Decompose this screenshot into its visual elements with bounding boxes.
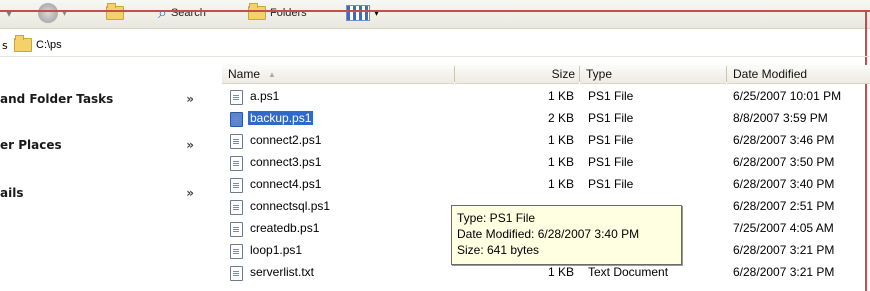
file-name: connect2.ps1 bbox=[250, 133, 322, 147]
tooltip-date-modified: Date Modified: 6/28/2007 3:40 PM bbox=[457, 227, 640, 241]
column-header-size[interactable]: Size bbox=[455, 65, 579, 84]
task-section-label: and Folder Tasks bbox=[0, 92, 114, 106]
file-name: connect3.ps1 bbox=[250, 155, 322, 169]
address-field[interactable]: C:\ps bbox=[14, 35, 62, 52]
back-button[interactable]: ▾ bbox=[6, 3, 12, 23]
file-date: 6/28/2007 3:50 PM bbox=[733, 155, 835, 169]
file-size: 2 KB bbox=[547, 111, 574, 125]
file-type: PS1 File bbox=[588, 177, 634, 191]
file-icon bbox=[230, 156, 243, 171]
file-icon bbox=[230, 112, 243, 127]
file-date: 6/28/2007 3:21 PM bbox=[733, 243, 835, 257]
file-type: Text Document bbox=[588, 265, 669, 279]
file-row-connect2[interactable]: connect2.ps1 1 KB PS1 File 6/28/2007 3:4… bbox=[222, 131, 870, 151]
expand-chevron-icon[interactable]: » bbox=[186, 92, 194, 106]
file-name: a.ps1 bbox=[250, 89, 280, 103]
file-row-a[interactable]: a.ps1 1 KB PS1 File 6/25/2007 10:01 PM bbox=[222, 87, 870, 107]
file-type: PS1 File bbox=[588, 111, 634, 125]
file-type: PS1 File bbox=[588, 155, 634, 169]
file-date: 6/28/2007 3:21 PM bbox=[733, 265, 835, 279]
toolbar: ▾ ▾ ⌕ Search Folders ▾ bbox=[0, 0, 870, 29]
file-date: 7/25/2007 4:05 AM bbox=[733, 221, 834, 235]
file-size: 1 KB bbox=[547, 265, 574, 279]
column-header-date[interactable]: Date Modified bbox=[727, 65, 870, 84]
folders-button[interactable]: Folders bbox=[248, 3, 307, 23]
file-name-selected: backup.ps1 bbox=[248, 111, 314, 125]
file-info-tooltip: Type: PS1 File Date Modified: 6/28/2007 … bbox=[451, 205, 682, 265]
tooltip-type: Type: PS1 File bbox=[457, 211, 536, 225]
tooltip-size: Size: 641 bytes bbox=[457, 243, 540, 257]
column-header-type[interactable]: Type bbox=[580, 65, 726, 84]
file-type: PS1 File bbox=[588, 89, 634, 103]
address-bar[interactable]: s C:\ps bbox=[0, 34, 870, 57]
task-section-label: er Places bbox=[0, 138, 62, 152]
column-header-size-label: Size bbox=[551, 67, 575, 81]
up-folder-icon bbox=[106, 3, 124, 20]
search-button[interactable]: ⌕ Search bbox=[158, 3, 206, 23]
file-icon bbox=[230, 90, 243, 105]
folders-label: Folders bbox=[270, 7, 307, 19]
task-pane: and Folder Tasks » er Places » ails » bbox=[0, 60, 220, 291]
file-name: loop1.ps1 bbox=[250, 243, 303, 257]
forward-button[interactable]: ▾ bbox=[38, 3, 67, 23]
file-name: createdb.ps1 bbox=[250, 221, 320, 235]
folders-icon bbox=[248, 3, 266, 20]
address-path: C:\ps bbox=[36, 39, 62, 51]
file-row-serverlist[interactable]: serverlist.txt 1 KB Text Document 6/28/2… bbox=[222, 263, 870, 283]
file-row-connect3[interactable]: connect3.ps1 1 KB PS1 File 6/28/2007 3:5… bbox=[222, 153, 870, 173]
file-icon bbox=[230, 178, 243, 193]
search-icon: ⌕ bbox=[158, 3, 167, 22]
file-date: 6/28/2007 3:40 PM bbox=[733, 177, 835, 191]
folder-icon bbox=[14, 35, 32, 52]
search-label: Search bbox=[170, 7, 206, 19]
annotation-line-horizontal bbox=[0, 10, 870, 12]
expand-chevron-icon[interactable]: » bbox=[186, 138, 194, 152]
sort-ascending-icon: ▲ bbox=[268, 69, 276, 79]
column-header-date-label: Date Modified bbox=[733, 67, 808, 81]
file-date: 8/8/2007 3:59 PM bbox=[733, 111, 828, 125]
file-date: 6/28/2007 2:51 PM bbox=[733, 199, 835, 213]
file-size: 1 KB bbox=[547, 133, 574, 147]
file-name: connectsql.ps1 bbox=[250, 199, 331, 213]
address-label: s bbox=[2, 38, 8, 52]
file-date: 6/28/2007 3:46 PM bbox=[733, 133, 835, 147]
file-icon bbox=[230, 200, 243, 215]
task-section-details[interactable]: ails » bbox=[0, 183, 200, 203]
views-icon bbox=[346, 5, 370, 21]
column-header-name-label: Name bbox=[228, 67, 261, 81]
file-name: connect4.ps1 bbox=[250, 177, 322, 191]
task-section-other-places[interactable]: er Places » bbox=[0, 135, 200, 155]
forward-icon bbox=[38, 3, 58, 23]
file-icon bbox=[230, 222, 243, 237]
file-date: 6/25/2007 10:01 PM bbox=[733, 89, 842, 103]
file-icon bbox=[230, 134, 243, 149]
file-type: PS1 File bbox=[588, 133, 634, 147]
back-arrow-icon: ▾ bbox=[6, 6, 13, 20]
task-section-file-folder-tasks[interactable]: and Folder Tasks » bbox=[0, 89, 200, 109]
file-size: 1 KB bbox=[547, 155, 574, 169]
file-name: serverlist.txt bbox=[250, 265, 315, 279]
column-header-type-label: Type bbox=[586, 67, 613, 81]
file-size: 1 KB bbox=[547, 89, 574, 103]
file-row-connect4[interactable]: connect4.ps1 1 KB PS1 File 6/28/2007 3:4… bbox=[222, 175, 870, 195]
file-size: 1 KB bbox=[547, 177, 574, 191]
file-row-backup[interactable]: backup.ps1 2 KB PS1 File 8/8/2007 3:59 P… bbox=[222, 109, 870, 129]
file-icon bbox=[230, 266, 243, 281]
column-header-name[interactable]: Name ▲ bbox=[222, 65, 454, 84]
task-section-label: ails bbox=[0, 186, 24, 200]
expand-chevron-icon[interactable]: » bbox=[186, 186, 194, 200]
file-icon bbox=[230, 244, 243, 259]
views-button[interactable]: ▾ bbox=[346, 3, 379, 23]
up-folder-button[interactable] bbox=[106, 3, 124, 23]
